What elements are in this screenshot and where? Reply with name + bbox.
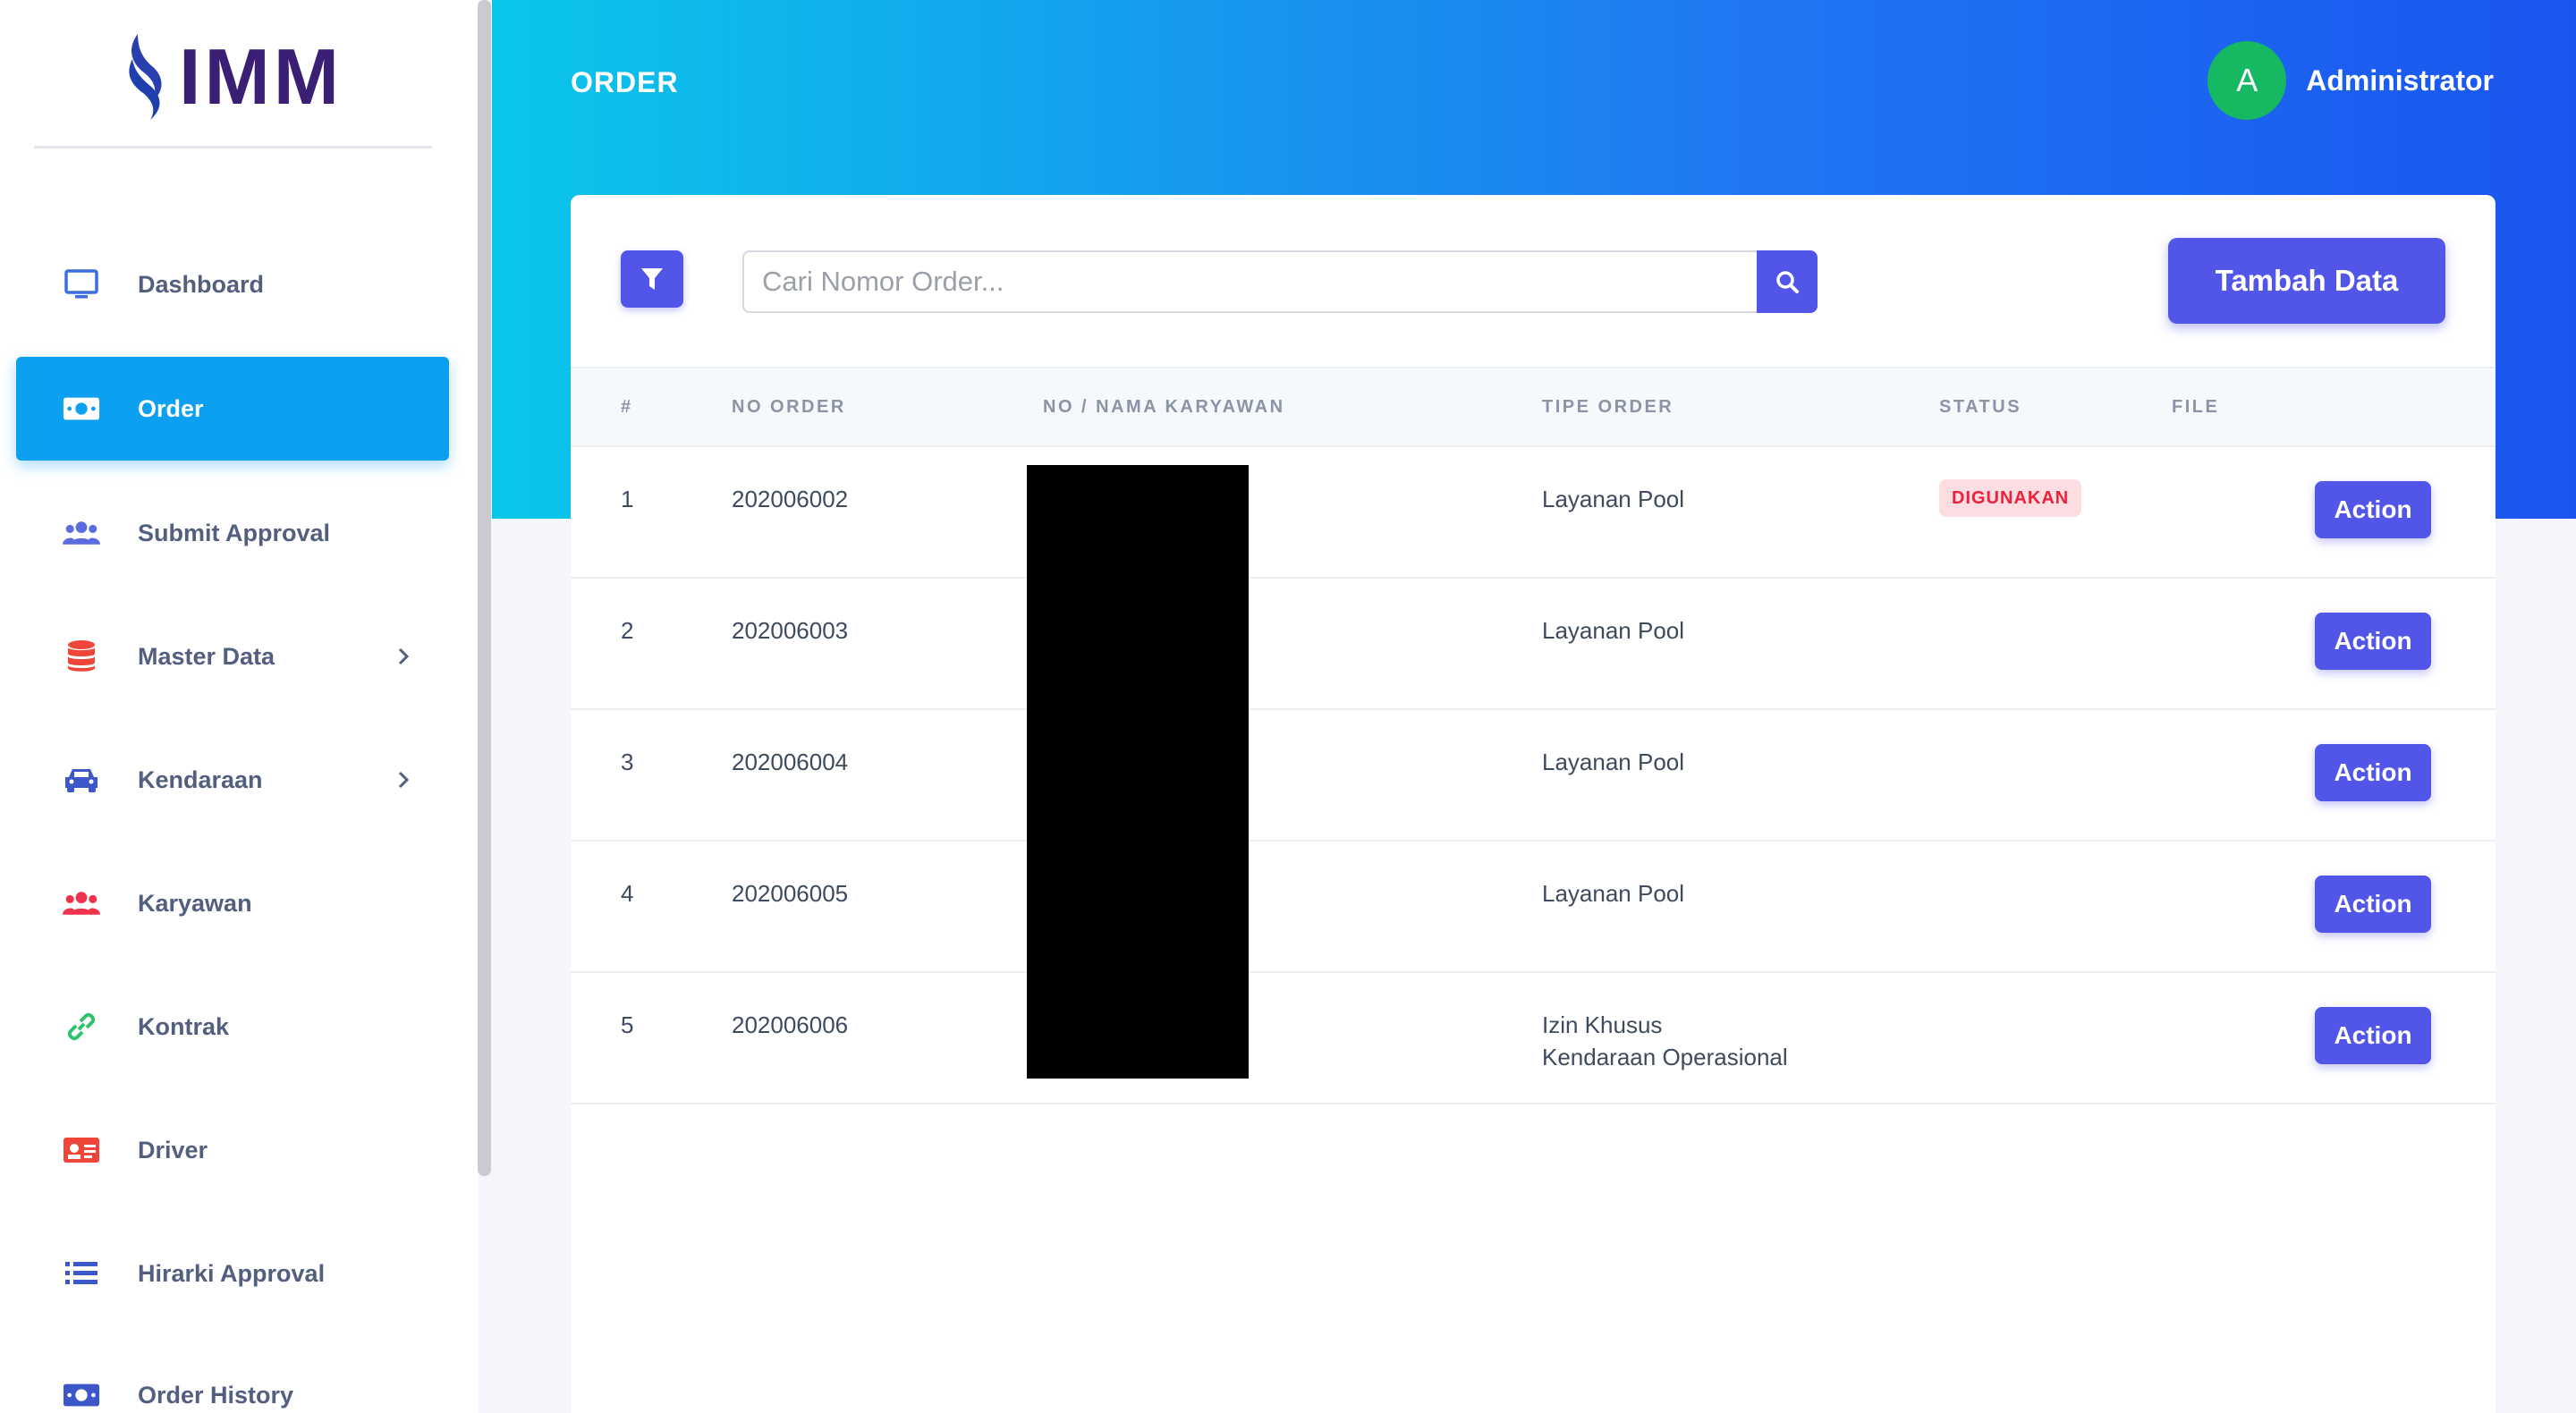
- action-button[interactable]: Action: [2315, 613, 2431, 670]
- sidebar-item-kontrak[interactable]: Kontrak: [16, 975, 449, 1079]
- order-type: Layanan Pool: [1542, 614, 1684, 647]
- sidebar-item-label: Submit Approval: [138, 519, 331, 546]
- users-icon: [63, 517, 100, 549]
- order-type: Layanan Pool: [1542, 483, 1684, 515]
- action-button[interactable]: Action: [2315, 876, 2431, 933]
- order-type: Layanan Pool: [1542, 877, 1684, 910]
- logo-mark-icon: [125, 32, 172, 122]
- logo-divider: [34, 146, 432, 148]
- list-icon: [63, 1257, 100, 1290]
- link-icon: [63, 1011, 100, 1043]
- sidebar-item-label: Master Data: [138, 642, 275, 670]
- table-header: # NO ORDER NO / NAMA KARYAWAN TIPE ORDER…: [571, 367, 2496, 447]
- row-number: 3: [621, 749, 634, 775]
- column-header-status[interactable]: STATUS: [1939, 397, 2021, 418]
- order-number: 202006005: [732, 880, 849, 907]
- order-card: Tambah Data # NO ORDER NO / NAMA KARYAWA…: [571, 195, 2496, 1413]
- sidebar-item-label: Order History: [138, 1381, 294, 1409]
- monitor-icon: [63, 268, 100, 300]
- users-icon: [63, 887, 100, 919]
- sidebar-item-karyawan[interactable]: Karyawan: [16, 851, 449, 955]
- redacted-employee-column: [1027, 465, 1249, 1079]
- table-row[interactable]: 4 202006005 Layanan Pool Action: [571, 842, 2496, 973]
- brand-name: IMM: [179, 32, 343, 121]
- row-number: 4: [621, 880, 634, 907]
- sidebar-item-label: Kontrak: [138, 1012, 230, 1040]
- chevron-right-icon: [390, 766, 417, 793]
- order-type-line1: Layanan Pool: [1542, 880, 1685, 907]
- order-type-line1: Layanan Pool: [1542, 749, 1685, 775]
- sidebar-item-order[interactable]: Order: [16, 357, 449, 461]
- row-number: 1: [621, 486, 634, 512]
- table-row[interactable]: 1 202006002 Layanan Pool DIGUNAKAN Actio…: [571, 447, 2496, 579]
- filter-icon: [641, 268, 663, 290]
- column-header-no-order[interactable]: NO ORDER: [732, 397, 846, 418]
- car-icon: [63, 764, 100, 796]
- avatar[interactable]: A: [2207, 41, 2287, 120]
- sidebar-scrollbar[interactable]: [478, 0, 491, 1176]
- order-type: Layanan Pool: [1542, 746, 1684, 778]
- sidebar-item-dashboard[interactable]: Dashboard: [16, 233, 449, 336]
- order-type-line1: Layanan Pool: [1542, 617, 1685, 644]
- sidebar-item-label: Hirarki Approval: [138, 1259, 326, 1287]
- user-name[interactable]: Administrator: [2306, 64, 2494, 97]
- table-row[interactable]: 5 202006006 Izin Khusus Kendaraan Operas…: [571, 973, 2496, 1104]
- order-type: Izin Khusus Kendaraan Operasional: [1542, 1009, 1788, 1073]
- sidebar-item-submit-approval[interactable]: Submit Approval: [16, 481, 449, 585]
- search-input[interactable]: [742, 250, 1757, 313]
- order-type-line1: Izin Khusus: [1542, 1011, 1663, 1038]
- sidebar-item-master-data[interactable]: Master Data: [16, 605, 449, 708]
- column-header-employee[interactable]: NO / NAMA KARYAWAN: [1043, 397, 1285, 418]
- order-number: 202006004: [732, 749, 849, 775]
- action-button[interactable]: Action: [2315, 744, 2431, 801]
- search-icon: [1776, 271, 1799, 293]
- search-button[interactable]: [1757, 250, 1818, 313]
- table-row[interactable]: 2 202006003 Layanan Pool Action: [571, 579, 2496, 710]
- sidebar-item-kendaraan[interactable]: Kendaraan: [16, 728, 449, 832]
- table-row[interactable]: 3 202006004 Layanan Pool Action: [571, 710, 2496, 842]
- money-icon: [63, 393, 100, 425]
- sidebar-item-order-history[interactable]: Order History: [16, 1343, 449, 1413]
- order-type-line1: Layanan Pool: [1542, 486, 1685, 512]
- action-button[interactable]: Action: [2315, 1007, 2431, 1064]
- order-number: 202006006: [732, 1011, 849, 1038]
- action-button[interactable]: Action: [2315, 481, 2431, 538]
- page-title: ORDER: [571, 66, 679, 98]
- sidebar-item-hirarki-approval[interactable]: Hirarki Approval: [16, 1222, 449, 1325]
- column-header-file[interactable]: FILE: [2172, 397, 2219, 418]
- column-header-number[interactable]: #: [621, 397, 633, 418]
- order-number: 202006003: [732, 617, 849, 644]
- sidebar-item-label: Driver: [138, 1136, 208, 1163]
- chevron-right-icon: [390, 643, 417, 670]
- sidebar: IMM Dashboard Order Submit Approval Mast…: [0, 0, 479, 1413]
- filter-button[interactable]: [621, 250, 683, 308]
- row-number: 5: [621, 1011, 634, 1038]
- money-icon: [63, 1379, 100, 1411]
- sidebar-item-label: Dashboard: [138, 270, 265, 298]
- sidebar-item-label: Kendaraan: [138, 766, 263, 793]
- order-number: 202006002: [732, 486, 849, 512]
- column-header-order-type[interactable]: TIPE ORDER: [1542, 397, 1674, 418]
- row-number: 2: [621, 617, 634, 644]
- brand-logo[interactable]: IMM: [125, 32, 358, 122]
- id-card-icon: [63, 1134, 100, 1166]
- order-type-line2: Kendaraan Operasional: [1542, 1044, 1788, 1070]
- add-data-button[interactable]: Tambah Data: [2168, 238, 2445, 324]
- sidebar-item-driver[interactable]: Driver: [16, 1098, 449, 1202]
- status-badge: DIGUNAKAN: [1939, 479, 2082, 517]
- user-menu[interactable]: A Administrator: [2207, 41, 2494, 120]
- database-icon: [63, 640, 100, 673]
- sidebar-item-label: Karyawan: [138, 889, 252, 917]
- sidebar-item-label: Order: [138, 394, 204, 422]
